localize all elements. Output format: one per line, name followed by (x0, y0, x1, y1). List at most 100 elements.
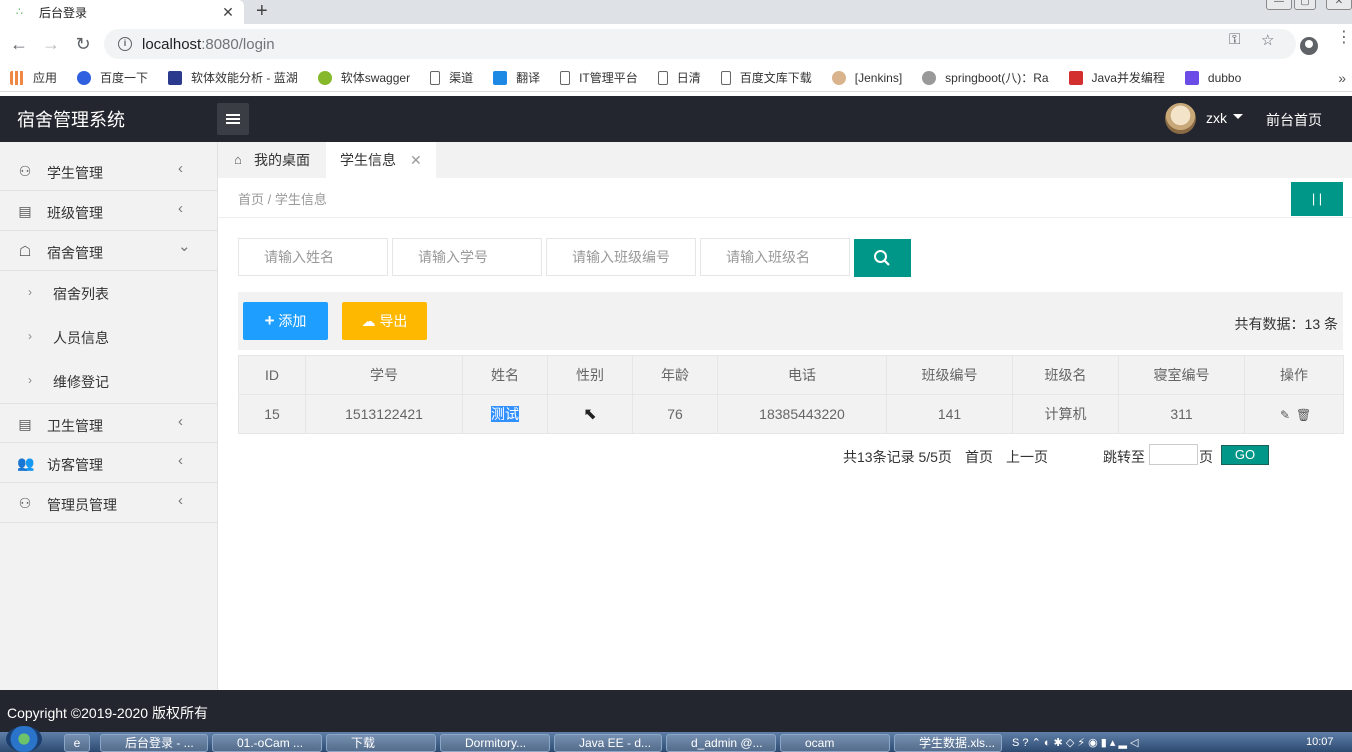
class-no-search-input[interactable] (546, 238, 696, 276)
sidebar-item-students[interactable]: ⚇ 学生管理 ‹ (0, 151, 217, 191)
col-header-age[interactable]: 年龄 (632, 355, 718, 395)
minimize-icon[interactable]: — (1266, 0, 1292, 10)
go-button[interactable]: GO (1221, 445, 1269, 465)
bookmarks-more-icon[interactable]: » (1338, 70, 1346, 86)
taskbar-item[interactable]: 01.-oCam ... (212, 734, 322, 752)
site-info-icon[interactable]: i (118, 37, 132, 51)
bookmark-riqing[interactable]: 日清 (657, 69, 701, 86)
col-header-student-no[interactable]: 学号 (305, 355, 463, 395)
page-icon (720, 70, 731, 85)
home-icon: ⌂ (234, 152, 242, 167)
profile-icon[interactable] (1300, 37, 1318, 55)
sidebar-item-visitors[interactable]: 👥 访客管理 ‹ (0, 443, 217, 483)
avatar[interactable] (1165, 103, 1196, 134)
forward-icon[interactable]: → (40, 33, 62, 55)
chevron-right-icon: › (28, 373, 32, 387)
cell-id: 15 (238, 394, 306, 434)
bookmark-translate[interactable]: 翻译 (493, 69, 540, 86)
tab-close-icon[interactable]: ✕ (220, 4, 236, 21)
taskbar-clock: 10:07 (1306, 736, 1334, 748)
bookmark-dubbo[interactable]: dubbo (1184, 70, 1241, 85)
sidebar: ⚇ 学生管理 ‹ ▤ 班级管理 ‹ ☖ 宿舍管理 ⌄ › 宿舍列表 › 人员信息… (0, 142, 218, 690)
back-icon[interactable]: ← (8, 33, 30, 55)
export-button[interactable]: ☁ 导出 (342, 302, 427, 340)
col-header-name[interactable]: 姓名 (462, 355, 548, 395)
bookmark-star-icon[interactable]: ☆ (1261, 31, 1274, 49)
col-header-id[interactable]: ID (238, 355, 306, 395)
translate-icon (493, 70, 508, 85)
system-tray-icon[interactable]: S ? ⌃ ◐ ✱ ◇ ⚡ ◉ ▮ ▴ ▂ ◁ (1012, 734, 1138, 752)
taskbar-item[interactable]: Dormitory... (440, 734, 550, 752)
url-bar[interactable]: i localhost:8080/login (104, 29, 1296, 59)
table-row[interactable]: 15 1513122421 测试 ⬉ 76 18385443220 141 计算… (238, 394, 1344, 434)
chevron-right-icon: › (28, 285, 32, 299)
tab-my-desktop[interactable]: ⌂ 我的桌面 (234, 142, 310, 178)
col-header-phone[interactable]: 电话 (717, 355, 887, 395)
lanhu-icon (168, 70, 183, 85)
col-header-class-name[interactable]: 班级名 (1012, 355, 1119, 395)
col-header-gender[interactable]: 性别 (547, 355, 633, 395)
tab-close-icon[interactable]: ✕ (410, 152, 422, 169)
bookmark-baidu[interactable]: 百度一下 (77, 69, 148, 86)
sidebar-item-dorms[interactable]: ☖ 宿舍管理 ⌄ (0, 231, 217, 271)
cell-student-no: 1513122421 (305, 394, 463, 434)
bookmark-jenkins[interactable]: [Jenkins] (831, 70, 902, 85)
ie-icon[interactable]: e (64, 734, 90, 752)
sidebar-item-classes[interactable]: ▤ 班级管理 ‹ (0, 191, 217, 231)
pager-first-link[interactable]: 首页 (965, 447, 993, 467)
bookmark-lanhu[interactable]: 软体效能分析 - 蓝湖 (168, 69, 298, 86)
taskbar-item[interactable]: Java EE - d... (554, 734, 662, 752)
edit-icon[interactable]: ✎ (1278, 408, 1292, 422)
document-icon: ▤ (18, 203, 32, 219)
sidebar-item-admins[interactable]: ⚇ 管理员管理 ‹ (0, 483, 217, 523)
col-header-room-no[interactable]: 寝室编号 (1118, 355, 1245, 395)
reload-icon[interactable]: ↻ (72, 33, 94, 55)
name-search-input[interactable] (238, 238, 388, 276)
refresh-button[interactable]: | | (1291, 182, 1343, 216)
chevron-left-icon: ‹ (178, 160, 183, 177)
start-button-icon[interactable] (6, 726, 42, 752)
add-button[interactable]: + 添加 (243, 302, 328, 340)
key-icon[interactable]: ⚿ (1229, 31, 1240, 48)
bookmark-wenku[interactable]: 百度文库下载 (720, 69, 812, 86)
front-home-link[interactable]: 前台首页 (1266, 110, 1322, 130)
trash-icon[interactable]: 🗑 (1296, 408, 1311, 422)
taskbar-item[interactable]: ocam (780, 734, 890, 752)
sidebar-subitem-repairs[interactable]: › 维修登记 (0, 359, 217, 403)
bookmark-java[interactable]: Java并发编程 (1068, 69, 1165, 86)
taskbar-item[interactable]: 学生数据.xls... (894, 734, 1002, 752)
sidebar-subitem-dorm-list[interactable]: › 宿舍列表 (0, 271, 217, 315)
bookmark-swagger[interactable]: 软体swagger (317, 69, 410, 86)
search-button[interactable] (854, 239, 911, 277)
new-tab-icon[interactable]: + (256, 0, 268, 24)
taskbar-item[interactable]: d_admin @... (666, 734, 776, 752)
window-close-icon[interactable]: ✕ (1326, 0, 1352, 10)
maximize-icon[interactable]: ▢ (1294, 0, 1316, 10)
cell-age: 76 (632, 394, 718, 434)
tab-student-info[interactable]: 学生信息 ✕ (326, 142, 436, 178)
caret-down-icon[interactable] (1233, 114, 1243, 119)
bookmark-apps[interactable]: 应用 (10, 69, 57, 86)
taskbar-item[interactable]: 下载 (326, 734, 436, 752)
menu-toggle-icon[interactable] (217, 103, 249, 135)
student-no-search-input[interactable] (392, 238, 542, 276)
browser-tab[interactable]: ∴ 后台登录 ✕ (0, 0, 244, 24)
app-header: 宿舍管理系统 zxk 前台首页 (0, 96, 1352, 142)
app-logo: 宿舍管理系统 (17, 110, 125, 130)
class-name-search-input[interactable] (700, 238, 850, 276)
sidebar-subitem-people[interactable]: › 人员信息 (0, 315, 217, 359)
student-table: ID 学号 姓名 性别 年龄 电话 班级编号 班级名 寝室编号 操作 15 15… (238, 355, 1344, 434)
bookmark-it-platform[interactable]: IT管理平台 (560, 69, 638, 86)
sidebar-item-hygiene[interactable]: ▤ 卫生管理 ‹ (0, 403, 217, 443)
username[interactable]: zxk (1206, 110, 1227, 126)
cell-phone: 18385443220 (717, 394, 887, 434)
col-header-class-no[interactable]: 班级编号 (886, 355, 1013, 395)
pager-prev-link[interactable]: 上一页 (1006, 447, 1048, 467)
bookmark-channel[interactable]: 渠道 (430, 69, 473, 86)
pager-jump-label: 跳转至 (1103, 449, 1145, 465)
browser-menu-icon[interactable]: ⋮ (1336, 30, 1352, 46)
taskbar-item[interactable]: 后台登录 - ... (100, 734, 208, 752)
page-jump-input[interactable] (1149, 444, 1198, 465)
bookmark-springboot[interactable]: springboot(八)：Ra (922, 69, 1049, 86)
chevron-left-icon: ‹ (178, 492, 183, 509)
